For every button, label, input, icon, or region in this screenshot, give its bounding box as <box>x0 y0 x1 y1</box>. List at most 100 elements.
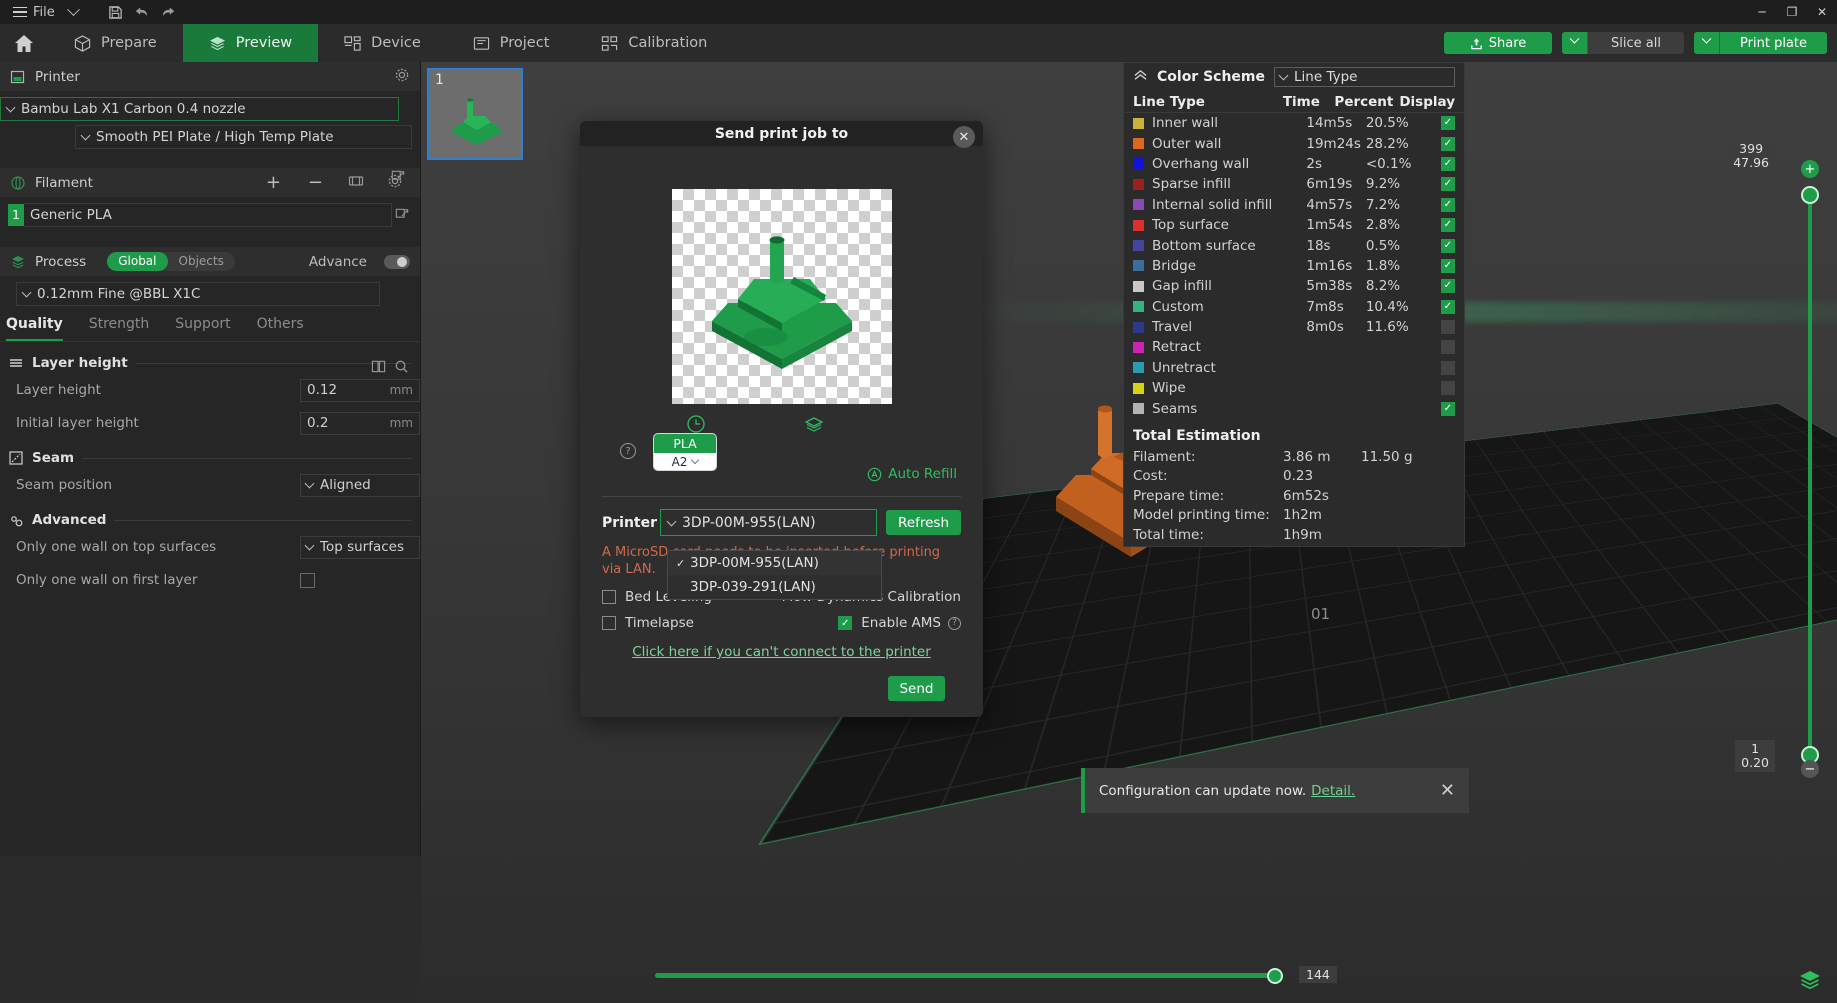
line-type-row[interactable]: Bottom surface 18s 0.5% <box>1124 235 1464 255</box>
line-type-display-checkbox[interactable] <box>1440 136 1456 151</box>
enable-ams-checkbox[interactable] <box>838 616 853 630</box>
file-menu-button[interactable]: File <box>6 0 62 24</box>
line-type-display-checkbox[interactable] <box>1440 360 1456 375</box>
moves-slider-horizontal[interactable]: 144 <box>655 965 1355 985</box>
tab-quality[interactable]: Quality <box>6 316 63 341</box>
auto-refill-toggle[interactable]: Auto Refill <box>867 466 957 482</box>
line-type-row[interactable]: Top surface 1m54s 2.8% <box>1124 215 1464 235</box>
tab-device[interactable]: Device <box>318 24 447 62</box>
layer-height-input[interactable]: 0.12 mm <box>300 378 420 402</box>
print-plate-split-button[interactable]: Print plate <box>1694 32 1827 54</box>
dialog-close-button[interactable]: ✕ <box>953 126 975 148</box>
layer-slider-minus-button[interactable]: − <box>1801 760 1819 778</box>
collapse-panel-button[interactable] <box>1133 69 1148 85</box>
filament-edit-button[interactable] <box>392 208 412 222</box>
printer-dropdown-list[interactable]: ✓ 3DP-00M-955(LAN) 3DP-039-291(LAN) <box>667 550 882 600</box>
filament-remove-button[interactable]: − <box>299 172 332 193</box>
printer-settings-gear-button[interactable] <box>394 67 410 87</box>
moves-slider-knob[interactable] <box>1267 968 1283 984</box>
process-preset-select[interactable]: 0.12mm Fine @BBL X1C <box>16 282 380 306</box>
ams-slot-card[interactable]: PLA A2 <box>654 434 716 470</box>
save-button[interactable] <box>103 0 129 24</box>
tab-calibration[interactable]: Calibration <box>575 24 733 62</box>
line-type-row[interactable]: Unretract <box>1124 358 1464 378</box>
line-type-row[interactable]: Bridge 1m16s 1.8% <box>1124 256 1464 276</box>
line-type-row[interactable]: Overhang wall 2s <0.1% <box>1124 154 1464 174</box>
line-type-display-checkbox[interactable] <box>1440 197 1456 212</box>
color-scheme-mode-select[interactable]: Line Type <box>1274 67 1455 87</box>
line-type-row[interactable]: Custom 7m8s 10.4% <box>1124 297 1464 317</box>
slice-all-label[interactable]: Slice all <box>1588 32 1685 54</box>
process-scope-toggle[interactable]: Global Objects <box>107 252 235 271</box>
help-icon[interactable]: ? <box>620 443 636 459</box>
line-type-row[interactable]: Gap infill 5m38s 8.2% <box>1124 276 1464 296</box>
process-scope-objects[interactable]: Objects <box>168 252 235 271</box>
toast-close-button[interactable]: ✕ <box>1440 780 1455 801</box>
seam-position-select[interactable]: Aligned <box>300 473 420 497</box>
initial-layer-height-input[interactable]: 0.2 mm <box>300 411 420 435</box>
print-plate-dropdown-arrow[interactable] <box>1694 32 1721 54</box>
line-type-row[interactable]: Wipe <box>1124 378 1464 398</box>
timelapse-checkbox[interactable] <box>602 616 616 630</box>
undo-button[interactable] <box>129 0 155 24</box>
tab-support[interactable]: Support <box>175 316 230 341</box>
filament-spool-button[interactable] <box>341 173 371 193</box>
window-close-button[interactable]: ✕ <box>1807 0 1837 24</box>
line-type-display-checkbox[interactable] <box>1440 258 1456 273</box>
plate-thumbnail-1[interactable]: 1 <box>427 68 523 160</box>
line-type-display-checkbox[interactable] <box>1440 340 1456 355</box>
print-plate-label[interactable]: Print plate <box>1720 32 1827 54</box>
line-type-row[interactable]: Travel 8m0s 11.6% <box>1124 317 1464 337</box>
line-type-row[interactable]: Retract <box>1124 337 1464 357</box>
tab-strength[interactable]: Strength <box>89 316 150 341</box>
menu-dropdown-button[interactable] <box>62 0 85 24</box>
advance-toggle[interactable] <box>384 254 410 269</box>
layer-slider-top-knob[interactable] <box>1801 186 1819 204</box>
window-maximize-button[interactable]: ❐ <box>1777 0 1807 24</box>
ams-slot-select[interactable]: A2 <box>654 453 716 470</box>
slice-all-split-button[interactable]: Slice all <box>1562 32 1685 54</box>
filament-add-button[interactable]: + <box>257 172 290 193</box>
one-wall-top-select[interactable]: Top surfaces <box>300 535 420 559</box>
tab-project[interactable]: Project <box>447 24 576 62</box>
window-minimize-button[interactable]: ─ <box>1747 0 1777 24</box>
line-type-display-checkbox[interactable] <box>1440 320 1456 335</box>
layers-toggle-button[interactable] <box>1797 967 1823 993</box>
process-search-button[interactable] <box>394 359 409 378</box>
line-type-display-checkbox[interactable] <box>1440 116 1456 131</box>
refresh-button[interactable]: Refresh <box>886 510 961 535</box>
redo-button[interactable] <box>155 0 181 24</box>
layer-slider-track[interactable] <box>1808 186 1812 754</box>
line-type-row[interactable]: Internal solid infill 4m57s 7.2% <box>1124 195 1464 215</box>
printer-model-select[interactable]: Bambu Lab X1 Carbon 0.4 nozzle <box>0 97 399 121</box>
printer-dropdown-item-1[interactable]: 3DP-039-291(LAN) <box>668 575 881 599</box>
tab-others[interactable]: Others <box>257 316 304 341</box>
printer-select[interactable]: 3DP-00M-955(LAN) <box>660 509 878 536</box>
tab-prepare[interactable]: Prepare <box>48 24 183 62</box>
line-type-row[interactable]: Outer wall 19m24s 28.2% <box>1124 133 1464 153</box>
process-scope-global[interactable]: Global <box>107 252 168 271</box>
layer-slider-plus-button[interactable]: + <box>1801 160 1819 178</box>
toast-detail-link[interactable]: Detail. <box>1311 783 1355 799</box>
line-type-display-checkbox[interactable] <box>1440 401 1456 416</box>
line-type-display-checkbox[interactable] <box>1440 156 1456 171</box>
bed-leveling-checkbox[interactable] <box>602 590 616 604</box>
build-plate-select[interactable]: Smooth PEI Plate / High Temp Plate <box>75 125 412 149</box>
process-compare-button[interactable] <box>371 359 386 378</box>
one-wall-first-checkbox[interactable] <box>300 572 315 588</box>
send-button[interactable]: Send <box>888 676 945 701</box>
line-type-display-checkbox[interactable] <box>1440 218 1456 233</box>
layer-slider-vertical[interactable]: + 399 47.96 1 0.20 − <box>1727 140 1821 780</box>
line-type-display-checkbox[interactable] <box>1440 177 1456 192</box>
printer-dropdown-item-0[interactable]: ✓ 3DP-00M-955(LAN) <box>668 551 881 575</box>
tab-preview[interactable]: Preview <box>182 24 319 62</box>
line-type-row[interactable]: Sparse infill 6m19s 9.2% <box>1124 174 1464 194</box>
line-type-display-checkbox[interactable] <box>1440 238 1456 253</box>
line-type-display-checkbox[interactable] <box>1440 279 1456 294</box>
enable-ams-help-icon[interactable]: ? <box>948 616 961 630</box>
share-button[interactable]: Share <box>1444 32 1553 54</box>
moves-slider-track[interactable] <box>655 973 1275 978</box>
home-button[interactable] <box>0 24 48 62</box>
line-type-display-checkbox[interactable] <box>1440 381 1456 396</box>
filament-select[interactable]: Generic PLA <box>24 203 392 227</box>
